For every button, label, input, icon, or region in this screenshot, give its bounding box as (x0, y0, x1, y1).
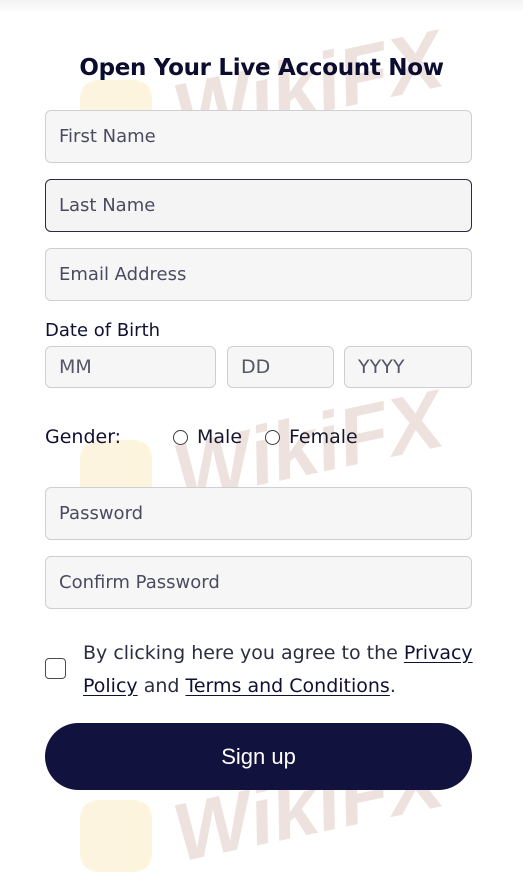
confirm-password-field[interactable]: Confirm Password (45, 556, 472, 609)
terms-link[interactable]: Terms and Conditions (185, 675, 389, 697)
password-field[interactable]: Password (45, 487, 472, 540)
email-field[interactable]: Email Address (45, 248, 472, 301)
first-name-placeholder: First Name (59, 126, 156, 147)
last-name-field[interactable]: Last Name (45, 179, 472, 232)
consent-text: By clicking here you agree to the Privac… (83, 637, 483, 703)
dob-month-placeholder: MM (59, 356, 92, 378)
gender-label: Gender: (45, 426, 122, 448)
dob-year-field[interactable]: YYYY (344, 346, 472, 388)
form-title: Open Your Live Account Now (79, 55, 444, 81)
watermark-logo-icon (80, 800, 152, 872)
radio-unchecked-icon[interactable] (265, 429, 280, 445)
gender-radio-female[interactable]: Female (265, 426, 358, 448)
password-placeholder: Password (59, 503, 144, 524)
radio-unchecked-icon[interactable] (173, 429, 188, 445)
dob-day-field[interactable]: DD (227, 346, 334, 388)
gender-option-label: Female (289, 426, 358, 448)
dob-month-field[interactable]: MM (45, 346, 216, 388)
gender-radio-male[interactable]: Male (173, 426, 242, 448)
dob-label: Date of Birth (45, 320, 161, 341)
confirm-password-placeholder: Confirm Password (59, 572, 220, 593)
top-strip (0, 0, 523, 14)
dob-year-placeholder: YYYY (358, 356, 405, 378)
sign-up-button[interactable]: Sign up (45, 723, 472, 790)
gender-option-label: Male (197, 426, 243, 448)
consent-prefix: By clicking here you agree to the (83, 642, 404, 664)
terms-checkbox[interactable] (45, 658, 66, 679)
dob-day-placeholder: DD (241, 356, 271, 378)
email-placeholder: Email Address (59, 264, 187, 285)
first-name-field[interactable]: First Name (45, 110, 472, 163)
consent-suffix: . (389, 675, 396, 697)
last-name-placeholder: Last Name (59, 195, 156, 216)
consent-and: and (137, 675, 186, 697)
